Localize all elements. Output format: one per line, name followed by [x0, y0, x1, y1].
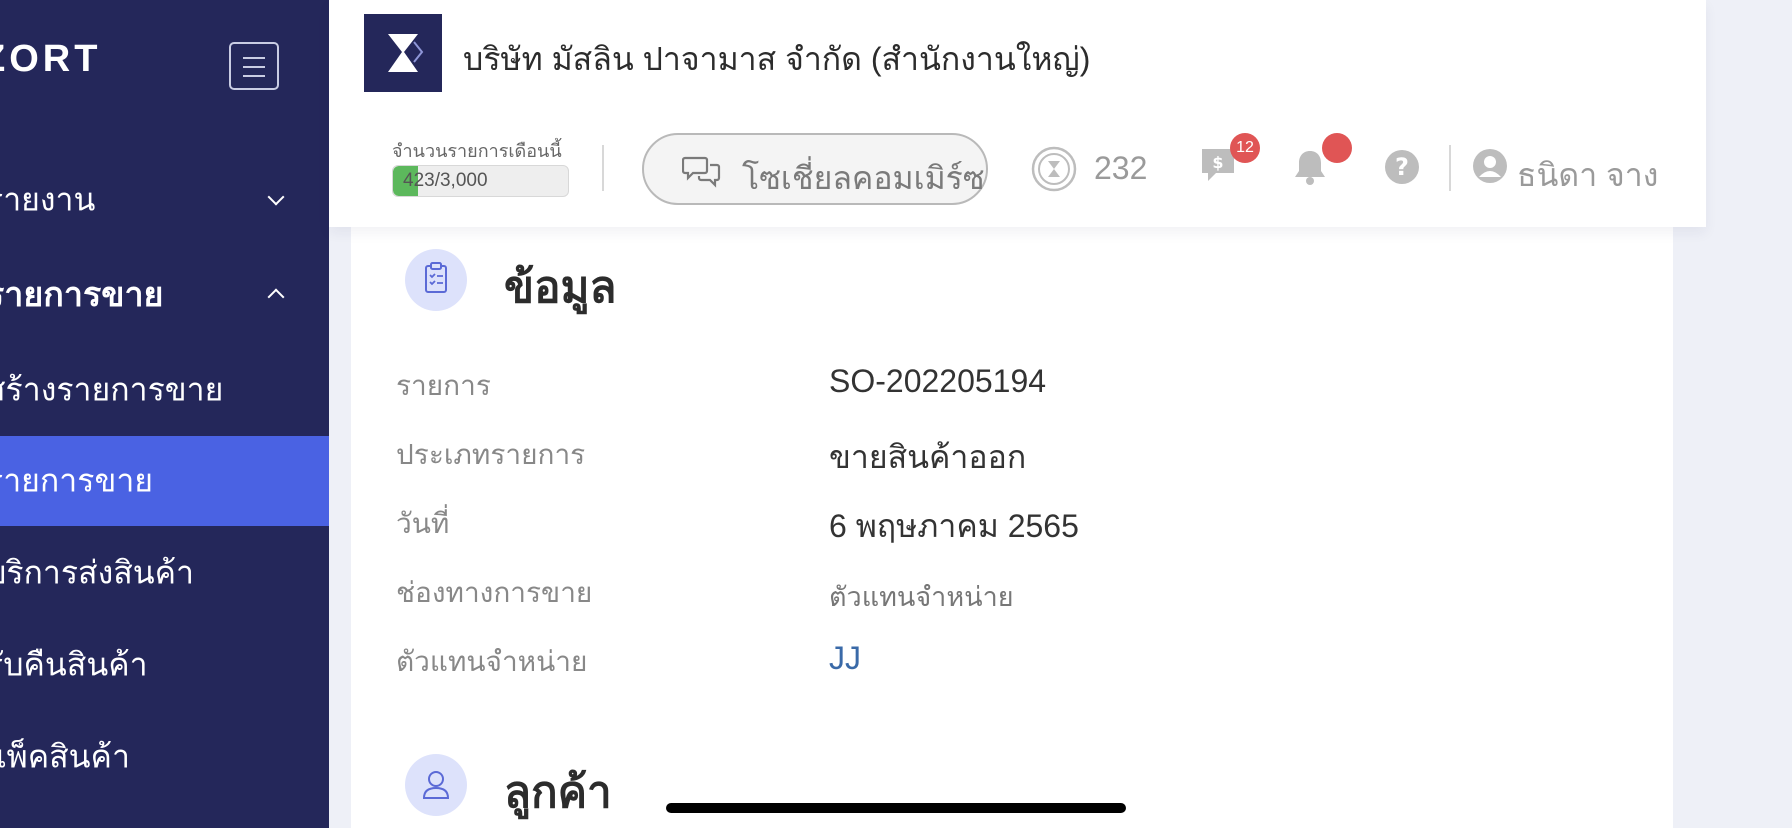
field-label: ช่องทางการขาย	[396, 577, 593, 608]
sidebar-item-label: รับคืนสินค้า	[0, 646, 148, 683]
sales-channel-value: ตัวแทนจำหน่าย	[829, 582, 1014, 612]
social-commerce-button[interactable]: โซเชี่ยลคอมเมิร์ซ	[642, 133, 988, 205]
order-type-value: ขายสินค้าออก	[829, 439, 1027, 475]
sidebar-item-label: รายการขาย	[0, 276, 164, 314]
sidebar-item-label: รายการขาย	[0, 462, 154, 499]
field-label: วันที่	[396, 508, 450, 539]
sidebar-item-reports[interactable]: รายงาน	[0, 155, 329, 245]
dealer-link[interactable]: JJ	[829, 640, 861, 677]
help-icon[interactable]: ?	[1383, 148, 1421, 186]
sidebar-item-sales-list[interactable]: รายการขาย	[0, 436, 329, 526]
sidebar-item-label: สร้างรายการขาย	[0, 371, 224, 408]
home-indicator	[666, 803, 1126, 813]
quota-label: จำนวนรายการเดือนนี้	[392, 141, 562, 161]
sidebar-item-sales[interactable]: รายการขาย	[0, 249, 329, 339]
sidebar-item-packing[interactable]: แพ็คสินค้า	[0, 712, 329, 802]
sidebar-item-create-sale[interactable]: สร้างรายการขาย	[0, 345, 329, 435]
menu-toggle-icon[interactable]	[229, 42, 279, 90]
coin-count: 232	[1094, 150, 1148, 186]
sidebar-item-label: แพ็คสินค้า	[0, 738, 130, 775]
brand-logo: ZORT	[0, 38, 102, 80]
social-commerce-label: โซเชี่ยลคอมเมิร์ซ	[742, 160, 985, 196]
quota-progress-bar: 423/3,000	[392, 165, 569, 197]
order-number-value: SO-202205194	[829, 363, 1047, 399]
user-name[interactable]: ธนิดา จาง	[1517, 150, 1658, 201]
message-count-badge: 12	[1230, 133, 1260, 163]
clipboard-icon	[405, 249, 467, 311]
section-title-customer: ลูกค้า	[504, 768, 612, 817]
sidebar-item-shipping[interactable]: บริการส่งสินค้า	[0, 528, 329, 618]
company-name: บริษัท มัสลิน ปาจามาส จำกัด (สำนักงานใหญ…	[463, 41, 1091, 77]
order-date-value: 6 พฤษภาคม 2565	[829, 508, 1079, 544]
top-header: บริษัท มัสลิน ปาจามาส จำกัด (สำนักงานใหญ…	[329, 0, 1706, 227]
sidebar-item-returns[interactable]: รับคืนสินค้า	[0, 620, 329, 710]
sidebar-item-label: บริการส่งสินค้า	[0, 554, 194, 591]
sidebar: ZORT รายงาน รายการขาย สร้างรายการขาย ราย…	[0, 0, 329, 828]
user-avatar-icon[interactable]	[1472, 148, 1508, 184]
user-outline-icon	[405, 754, 467, 816]
divider	[1449, 145, 1451, 191]
field-label: รายการ	[396, 370, 491, 401]
section-title-info: ข้อมูล	[504, 263, 617, 312]
svg-text:$: $	[1212, 153, 1223, 172]
order-detail-card: ข้อมูล รายการ SO-202205194 ประเภทรายการ …	[351, 227, 1673, 828]
chevron-down-icon	[267, 188, 285, 206]
company-logo	[364, 14, 442, 92]
coin-icon[interactable]	[1031, 146, 1077, 192]
field-label: ตัวแทนจำหน่าย	[396, 646, 588, 677]
chat-icon	[682, 156, 721, 188]
chevron-up-icon	[267, 288, 285, 306]
divider	[602, 145, 604, 191]
field-label: ประเภทรายการ	[396, 439, 586, 470]
notification-badge	[1322, 133, 1352, 163]
quota-progress-text: 423/3,000	[403, 170, 488, 191]
sidebar-item-label: รายงาน	[0, 181, 96, 218]
svg-text:?: ?	[1395, 153, 1409, 181]
